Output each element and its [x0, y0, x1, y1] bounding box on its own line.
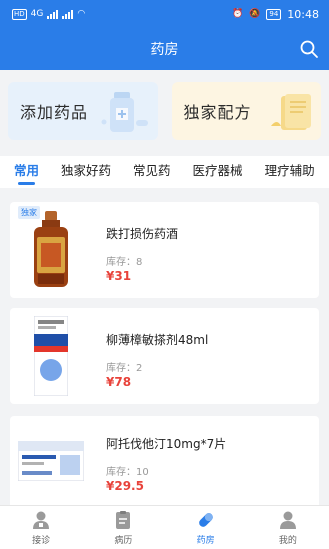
app-header: HD 4G ◠ ⏰ 🔕 94 10:48 药房 [0, 0, 329, 70]
status-time: 10:48 [287, 7, 319, 21]
product-card[interactable]: 独家 跌打损伤药酒 库存：8 ¥31 [10, 202, 319, 298]
tab-exclusive[interactable]: 独家好药 [61, 156, 111, 186]
wifi-icon: ◠ [77, 9, 86, 19]
product-name: 阿托伐他汀10mg*7片 [106, 437, 227, 451]
product-price: ¥78 [106, 375, 132, 389]
banner-row: 添加药品 独家配方 [8, 82, 321, 140]
signal-icon [47, 9, 59, 19]
nav-label-profile: 我的 [278, 535, 297, 546]
product-price: ¥31 [106, 269, 132, 283]
category-tabs: 常用 独家好药 常见药 医疗器械 理疗辅助 [0, 156, 329, 188]
bottle-image [34, 211, 68, 287]
page-title: 药房 [150, 42, 179, 58]
battery-icon: 94 [266, 8, 282, 20]
product-image [22, 316, 80, 396]
tab-physiotherapy[interactable]: 理疗辅助 [265, 156, 315, 186]
nav-label-consult: 接诊 [32, 535, 51, 546]
bottom-nav: 接诊 病历 药房 我的 [0, 505, 329, 549]
product-name: 跌打损伤药酒 [106, 227, 179, 241]
nav-item-profile[interactable]: 我的 [247, 506, 329, 549]
alarm-icon: ⏰ [231, 9, 244, 19]
product-image [22, 210, 80, 290]
signal-icon-2 [62, 9, 74, 19]
exclusive-formula-banner[interactable]: 独家配方 [171, 82, 321, 140]
nav-label-pharmacy: 药房 [196, 535, 215, 546]
hd-badge: HD [12, 8, 27, 20]
product-list: 独家 跌打损伤药酒 库存：8 ¥31 柳薄樟敏搽剂48ml 库存：2 ¥78 阿… [0, 194, 329, 505]
tab-medical-devices[interactable]: 医疗器械 [193, 156, 243, 186]
tab-common[interactable]: 常用 [14, 156, 39, 186]
product-card[interactable]: 阿托伐他汀10mg*7片 库存：10 ¥29.5 [10, 416, 319, 505]
medicine-bottle-icon [101, 92, 148, 132]
box-image [34, 316, 68, 396]
nav-item-records[interactable]: 病历 [82, 506, 164, 549]
nav-item-pharmacy[interactable]: 药房 [165, 506, 247, 549]
user-icon [279, 511, 296, 529]
scroll-book-icon [271, 94, 311, 130]
status-bar: HD 4G ◠ ⏰ 🔕 94 10:48 [0, 0, 329, 28]
product-card[interactable]: 柳薄樟敏搽剂48ml 库存：2 ¥78 [10, 308, 319, 404]
doctor-icon [33, 511, 50, 529]
product-stock: 库存：8 [106, 257, 143, 268]
medicine-box-image [18, 441, 84, 481]
product-image [18, 436, 84, 486]
mute-icon: 🔕 [249, 9, 261, 19]
exclusive-formula-label: 独家配方 [183, 103, 252, 122]
product-stock: 库存：10 [106, 467, 149, 478]
add-medicine-banner[interactable]: 添加药品 [8, 82, 158, 140]
network-label: 4G [30, 9, 44, 19]
add-medicine-label: 添加药品 [20, 103, 89, 122]
search-icon[interactable] [299, 39, 319, 59]
nav-label-records: 病历 [114, 535, 133, 546]
product-price: ¥29.5 [106, 479, 144, 493]
product-stock: 库存：2 [106, 363, 143, 374]
product-name: 柳薄樟敏搽剂48ml [106, 333, 209, 347]
pill-icon [198, 512, 213, 527]
clipboard-icon [116, 510, 131, 529]
tab-common-drugs[interactable]: 常见药 [133, 156, 171, 186]
nav-item-consult[interactable]: 接诊 [0, 506, 82, 549]
